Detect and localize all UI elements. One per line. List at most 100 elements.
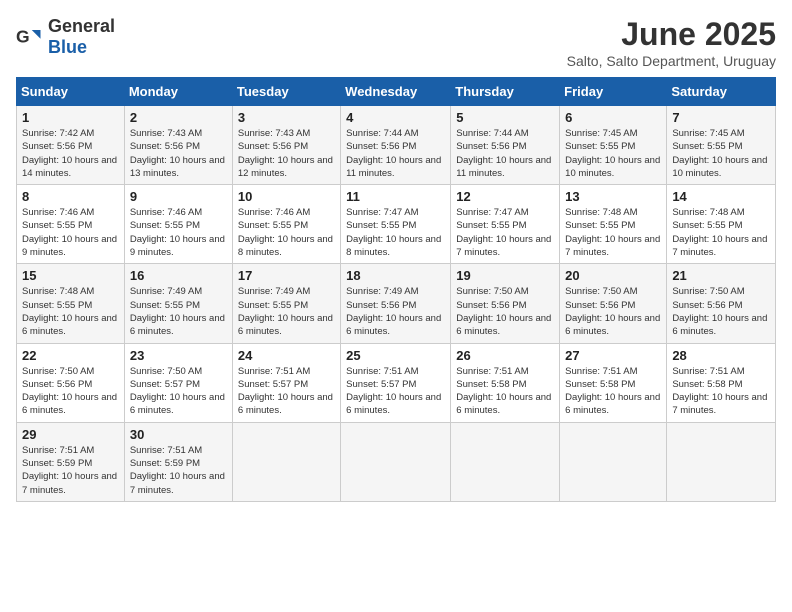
sunrise-text: Sunrise: 7:49 AM bbox=[238, 286, 310, 297]
daylight-text: Daylight: 10 hours and 8 minutes. bbox=[346, 234, 441, 258]
sunset-text: Sunset: 5:57 PM bbox=[346, 379, 416, 390]
logo-general: General bbox=[48, 16, 115, 36]
calendar-cell: 20 Sunrise: 7:50 AM Sunset: 5:56 PM Dayl… bbox=[560, 264, 667, 343]
calendar-cell: 21 Sunrise: 7:50 AM Sunset: 5:56 PM Dayl… bbox=[667, 264, 776, 343]
day-number: 28 bbox=[672, 348, 770, 363]
calendar-cell: 5 Sunrise: 7:44 AM Sunset: 5:56 PM Dayli… bbox=[451, 106, 560, 185]
day-info: Sunrise: 7:49 AM Sunset: 5:55 PM Dayligh… bbox=[238, 285, 335, 338]
day-info: Sunrise: 7:48 AM Sunset: 5:55 PM Dayligh… bbox=[565, 206, 661, 259]
daylight-text: Daylight: 10 hours and 8 minutes. bbox=[238, 234, 333, 258]
sunset-text: Sunset: 5:55 PM bbox=[22, 220, 92, 231]
daylight-text: Daylight: 10 hours and 6 minutes. bbox=[22, 313, 117, 337]
day-number: 27 bbox=[565, 348, 661, 363]
sunrise-text: Sunrise: 7:51 AM bbox=[130, 445, 202, 456]
daylight-text: Daylight: 10 hours and 7 minutes. bbox=[130, 471, 225, 495]
sunset-text: Sunset: 5:55 PM bbox=[130, 300, 200, 311]
sunset-text: Sunset: 5:56 PM bbox=[22, 141, 92, 152]
day-info: Sunrise: 7:46 AM Sunset: 5:55 PM Dayligh… bbox=[238, 206, 335, 259]
calendar-cell: 11 Sunrise: 7:47 AM Sunset: 5:55 PM Dayl… bbox=[341, 185, 451, 264]
day-number: 22 bbox=[22, 348, 119, 363]
daylight-text: Daylight: 10 hours and 7 minutes. bbox=[565, 234, 660, 258]
day-info: Sunrise: 7:51 AM Sunset: 5:59 PM Dayligh… bbox=[130, 444, 227, 497]
sunrise-text: Sunrise: 7:51 AM bbox=[456, 366, 528, 377]
day-info: Sunrise: 7:51 AM Sunset: 5:59 PM Dayligh… bbox=[22, 444, 119, 497]
sunset-text: Sunset: 5:56 PM bbox=[456, 141, 526, 152]
calendar-cell bbox=[451, 422, 560, 501]
day-number: 15 bbox=[22, 268, 119, 283]
sunrise-text: Sunrise: 7:50 AM bbox=[456, 286, 528, 297]
calendar-cell: 23 Sunrise: 7:50 AM Sunset: 5:57 PM Dayl… bbox=[124, 343, 232, 422]
day-of-week-header: Wednesday bbox=[341, 78, 451, 106]
calendar-cell: 26 Sunrise: 7:51 AM Sunset: 5:58 PM Dayl… bbox=[451, 343, 560, 422]
sunrise-text: Sunrise: 7:48 AM bbox=[22, 286, 94, 297]
day-info: Sunrise: 7:45 AM Sunset: 5:55 PM Dayligh… bbox=[672, 127, 770, 180]
day-of-week-header: Saturday bbox=[667, 78, 776, 106]
day-of-week-header: Sunday bbox=[17, 78, 125, 106]
calendar-cell: 4 Sunrise: 7:44 AM Sunset: 5:56 PM Dayli… bbox=[341, 106, 451, 185]
day-info: Sunrise: 7:44 AM Sunset: 5:56 PM Dayligh… bbox=[456, 127, 554, 180]
day-info: Sunrise: 7:46 AM Sunset: 5:55 PM Dayligh… bbox=[22, 206, 119, 259]
calendar-week-row: 1 Sunrise: 7:42 AM Sunset: 5:56 PM Dayli… bbox=[17, 106, 776, 185]
sunrise-text: Sunrise: 7:45 AM bbox=[565, 128, 637, 139]
svg-text:G: G bbox=[16, 26, 30, 46]
daylight-text: Daylight: 10 hours and 7 minutes. bbox=[672, 392, 767, 416]
sunset-text: Sunset: 5:58 PM bbox=[565, 379, 635, 390]
daylight-text: Daylight: 10 hours and 6 minutes. bbox=[130, 392, 225, 416]
day-number: 25 bbox=[346, 348, 445, 363]
day-info: Sunrise: 7:44 AM Sunset: 5:56 PM Dayligh… bbox=[346, 127, 445, 180]
day-info: Sunrise: 7:51 AM Sunset: 5:57 PM Dayligh… bbox=[238, 365, 335, 418]
sunrise-text: Sunrise: 7:48 AM bbox=[672, 207, 744, 218]
calendar-table: SundayMondayTuesdayWednesdayThursdayFrid… bbox=[16, 77, 776, 502]
logo-blue: Blue bbox=[48, 37, 87, 57]
sunrise-text: Sunrise: 7:47 AM bbox=[456, 207, 528, 218]
day-info: Sunrise: 7:49 AM Sunset: 5:56 PM Dayligh… bbox=[346, 285, 445, 338]
daylight-text: Daylight: 10 hours and 6 minutes. bbox=[456, 313, 551, 337]
sunrise-text: Sunrise: 7:50 AM bbox=[22, 366, 94, 377]
sunset-text: Sunset: 5:56 PM bbox=[346, 141, 416, 152]
daylight-text: Daylight: 10 hours and 6 minutes. bbox=[565, 313, 660, 337]
day-number: 10 bbox=[238, 189, 335, 204]
calendar-cell bbox=[341, 422, 451, 501]
sunset-text: Sunset: 5:57 PM bbox=[130, 379, 200, 390]
calendar-cell: 8 Sunrise: 7:46 AM Sunset: 5:55 PM Dayli… bbox=[17, 185, 125, 264]
daylight-text: Daylight: 10 hours and 13 minutes. bbox=[130, 155, 225, 179]
daylight-text: Daylight: 10 hours and 6 minutes. bbox=[130, 313, 225, 337]
day-number: 1 bbox=[22, 110, 119, 125]
calendar-body: 1 Sunrise: 7:42 AM Sunset: 5:56 PM Dayli… bbox=[17, 106, 776, 502]
sunrise-text: Sunrise: 7:51 AM bbox=[565, 366, 637, 377]
day-of-week-header: Tuesday bbox=[232, 78, 340, 106]
day-info: Sunrise: 7:48 AM Sunset: 5:55 PM Dayligh… bbox=[672, 206, 770, 259]
sunrise-text: Sunrise: 7:46 AM bbox=[238, 207, 310, 218]
day-info: Sunrise: 7:50 AM Sunset: 5:56 PM Dayligh… bbox=[565, 285, 661, 338]
day-number: 9 bbox=[130, 189, 227, 204]
sunrise-text: Sunrise: 7:50 AM bbox=[672, 286, 744, 297]
sunset-text: Sunset: 5:55 PM bbox=[22, 300, 92, 311]
day-info: Sunrise: 7:47 AM Sunset: 5:55 PM Dayligh… bbox=[346, 206, 445, 259]
day-of-week-header: Monday bbox=[124, 78, 232, 106]
calendar-cell bbox=[232, 422, 340, 501]
day-number: 5 bbox=[456, 110, 554, 125]
day-number: 14 bbox=[672, 189, 770, 204]
day-number: 3 bbox=[238, 110, 335, 125]
calendar-cell: 2 Sunrise: 7:43 AM Sunset: 5:56 PM Dayli… bbox=[124, 106, 232, 185]
calendar-cell: 28 Sunrise: 7:51 AM Sunset: 5:58 PM Dayl… bbox=[667, 343, 776, 422]
calendar-cell bbox=[667, 422, 776, 501]
day-number: 4 bbox=[346, 110, 445, 125]
daylight-text: Daylight: 10 hours and 11 minutes. bbox=[346, 155, 441, 179]
sunset-text: Sunset: 5:56 PM bbox=[130, 141, 200, 152]
sunset-text: Sunset: 5:55 PM bbox=[238, 300, 308, 311]
day-number: 7 bbox=[672, 110, 770, 125]
daylight-text: Daylight: 10 hours and 6 minutes. bbox=[672, 313, 767, 337]
calendar-week-row: 29 Sunrise: 7:51 AM Sunset: 5:59 PM Dayl… bbox=[17, 422, 776, 501]
daylight-text: Daylight: 10 hours and 7 minutes. bbox=[456, 234, 551, 258]
calendar-week-row: 15 Sunrise: 7:48 AM Sunset: 5:55 PM Dayl… bbox=[17, 264, 776, 343]
day-info: Sunrise: 7:51 AM Sunset: 5:58 PM Dayligh… bbox=[565, 365, 661, 418]
day-number: 29 bbox=[22, 427, 119, 442]
day-of-week-header: Friday bbox=[560, 78, 667, 106]
sunset-text: Sunset: 5:56 PM bbox=[456, 300, 526, 311]
sunrise-text: Sunrise: 7:51 AM bbox=[672, 366, 744, 377]
sunrise-text: Sunrise: 7:44 AM bbox=[346, 128, 418, 139]
sunset-text: Sunset: 5:56 PM bbox=[238, 141, 308, 152]
sunset-text: Sunset: 5:55 PM bbox=[456, 220, 526, 231]
daylight-text: Daylight: 10 hours and 7 minutes. bbox=[22, 471, 117, 495]
